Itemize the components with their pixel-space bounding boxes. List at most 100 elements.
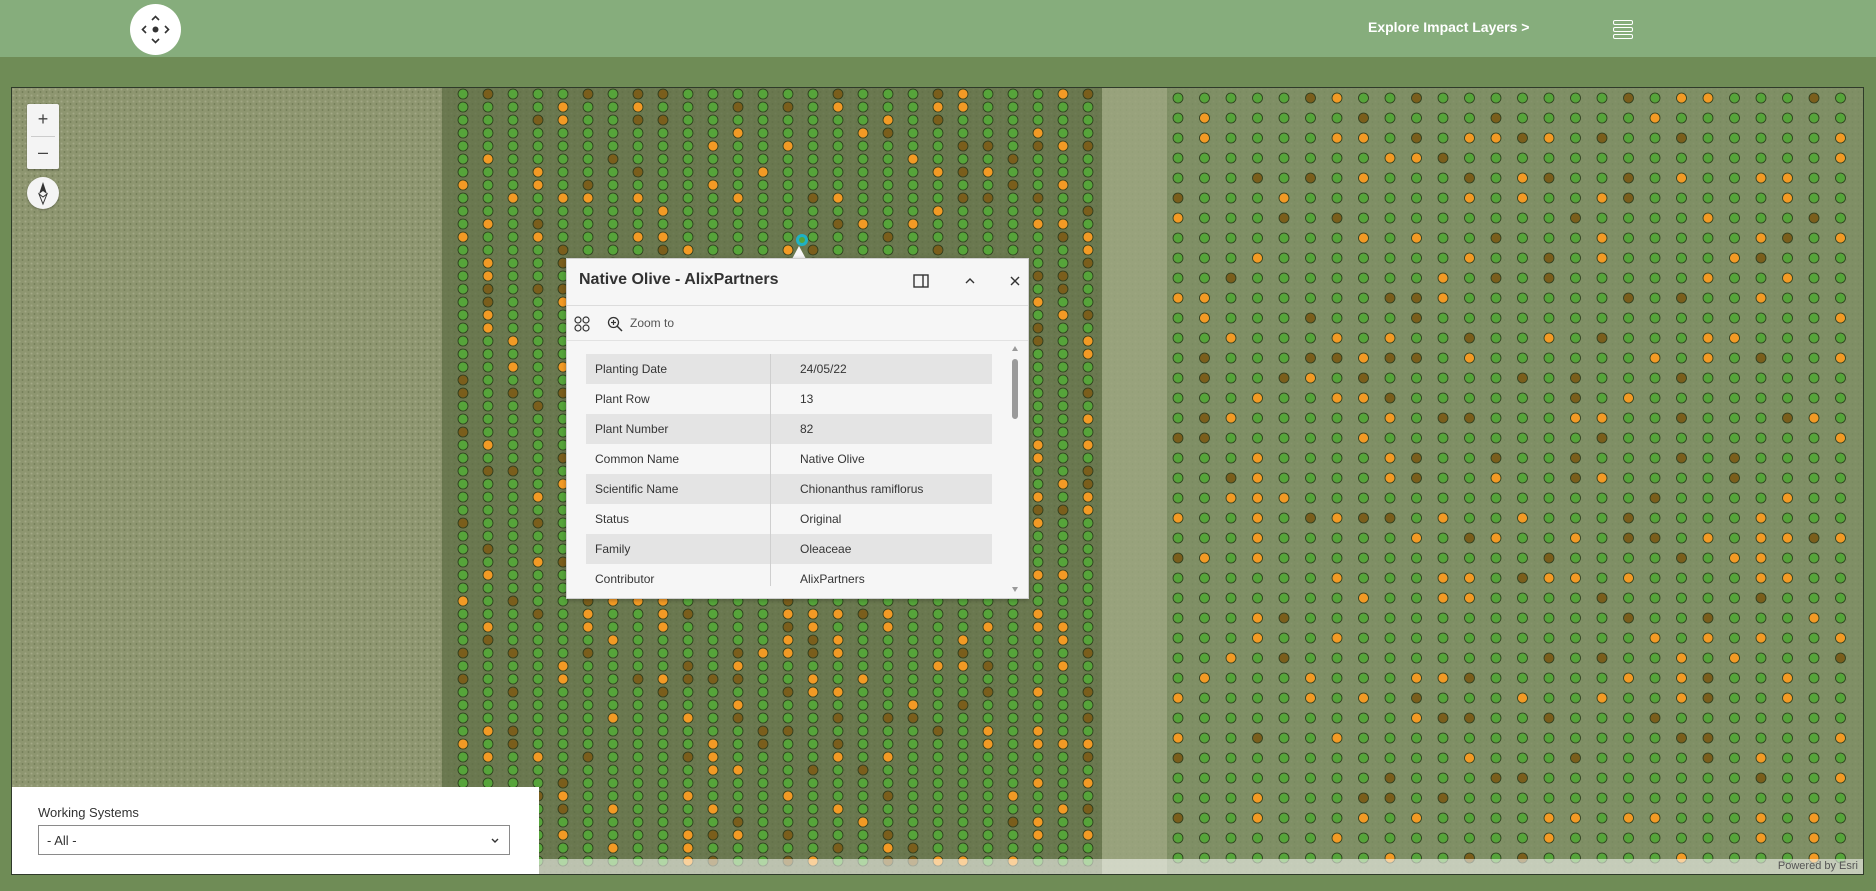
plant-marker[interactable] (1331, 132, 1343, 144)
plant-marker[interactable] (457, 140, 469, 152)
plant-marker[interactable] (1278, 392, 1290, 404)
plant-marker[interactable] (482, 712, 494, 724)
plant-marker[interactable] (1729, 132, 1740, 144)
plant-marker[interactable] (1782, 812, 1793, 824)
plant-marker[interactable] (1199, 232, 1210, 244)
plant-marker[interactable] (457, 647, 469, 659)
plant-marker[interactable] (1172, 292, 1184, 304)
plant-marker[interactable] (1358, 452, 1369, 464)
plant-marker[interactable] (1649, 752, 1661, 764)
plant-marker[interactable] (1623, 512, 1634, 524)
plant-marker[interactable] (957, 153, 969, 165)
plant-marker[interactable] (582, 205, 594, 217)
plant-marker[interactable] (682, 88, 694, 100)
plant-marker[interactable] (1676, 392, 1687, 404)
plant-marker[interactable] (457, 465, 469, 477)
plant-marker[interactable] (982, 608, 994, 620)
plant-marker[interactable] (1835, 392, 1846, 404)
plant-marker[interactable] (1082, 491, 1094, 503)
plant-marker[interactable] (1411, 332, 1422, 344)
plant-marker[interactable] (1729, 372, 1740, 384)
plant-marker[interactable] (757, 88, 769, 100)
plant-marker[interactable] (1082, 426, 1094, 438)
plant-marker[interactable] (507, 426, 519, 438)
plant-marker[interactable] (757, 738, 769, 750)
plant-marker[interactable] (1032, 478, 1044, 490)
plant-marker[interactable] (1649, 132, 1661, 144)
plant-marker[interactable] (907, 829, 919, 841)
plant-marker[interactable] (1570, 612, 1581, 624)
plant-marker[interactable] (1808, 192, 1820, 204)
plant-marker[interactable] (1358, 552, 1369, 564)
plant-marker[interactable] (882, 231, 894, 243)
plant-marker[interactable] (1057, 582, 1069, 594)
plant-marker[interactable] (532, 751, 544, 763)
plant-marker[interactable] (1082, 842, 1094, 854)
plant-marker[interactable] (857, 829, 869, 841)
plant-marker[interactable] (1782, 252, 1793, 264)
plant-marker[interactable] (507, 309, 519, 321)
plant-marker[interactable] (1676, 432, 1687, 444)
plant-marker[interactable] (1649, 712, 1661, 724)
plant-marker[interactable] (532, 179, 544, 191)
plant-marker[interactable] (1596, 152, 1608, 164)
plant-marker[interactable] (732, 114, 744, 126)
plant-marker[interactable] (557, 803, 569, 815)
plant-marker[interactable] (682, 751, 694, 763)
plant-marker[interactable] (982, 816, 994, 828)
plant-marker[interactable] (557, 725, 569, 737)
plant-marker[interactable] (482, 452, 494, 464)
plant-marker[interactable] (1032, 725, 1044, 737)
plant-marker[interactable] (1437, 592, 1449, 604)
plant-marker[interactable] (707, 816, 719, 828)
plant-marker[interactable] (1225, 812, 1237, 824)
plant-marker[interactable] (1437, 652, 1449, 664)
plant-marker[interactable] (1411, 772, 1422, 784)
plant-marker[interactable] (732, 140, 744, 152)
plant-marker[interactable] (657, 153, 669, 165)
plant-marker[interactable] (607, 88, 619, 100)
plant-marker[interactable] (1755, 172, 1767, 184)
plant-marker[interactable] (1252, 792, 1263, 804)
plant-marker[interactable] (1252, 672, 1263, 684)
plant-marker[interactable] (1543, 112, 1555, 124)
plant-marker[interactable] (957, 218, 969, 230)
plant-marker[interactable] (1358, 792, 1369, 804)
plant-marker[interactable] (1464, 792, 1475, 804)
plant-marker[interactable] (457, 452, 469, 464)
plant-marker[interactable] (1649, 272, 1661, 284)
plant-marker[interactable] (857, 699, 869, 711)
plant-marker[interactable] (632, 816, 644, 828)
plant-marker[interactable] (1464, 612, 1475, 624)
plant-marker[interactable] (882, 829, 894, 841)
plant-marker[interactable] (1082, 127, 1094, 139)
plant-marker[interactable] (1755, 192, 1767, 204)
plant-marker[interactable] (1490, 492, 1502, 504)
plant-marker[interactable] (957, 127, 969, 139)
plant-marker[interactable] (1729, 232, 1740, 244)
plant-marker[interactable] (1057, 465, 1069, 477)
plant-marker[interactable] (1543, 272, 1555, 284)
plant-marker[interactable] (782, 127, 794, 139)
plant-marker[interactable] (1490, 152, 1502, 164)
plant-marker[interactable] (507, 244, 519, 256)
plant-marker[interactable] (1278, 192, 1290, 204)
plant-marker[interactable] (607, 244, 619, 256)
plant-marker[interactable] (607, 790, 619, 802)
plant-marker[interactable] (732, 192, 744, 204)
scroll-down-icon[interactable] (1011, 585, 1019, 593)
plant-marker[interactable] (457, 88, 469, 100)
plant-marker[interactable] (532, 439, 544, 451)
plant-marker[interactable] (707, 842, 719, 854)
plant-marker[interactable] (1172, 732, 1184, 744)
plant-marker[interactable] (1358, 352, 1369, 364)
plant-marker[interactable] (882, 790, 894, 802)
plant-marker[interactable] (707, 140, 719, 152)
plant-marker[interactable] (832, 153, 844, 165)
plant-marker[interactable] (457, 361, 469, 373)
plant-marker[interactable] (482, 179, 494, 191)
plant-marker[interactable] (1411, 812, 1422, 824)
plant-marker[interactable] (807, 816, 819, 828)
plant-marker[interactable] (857, 192, 869, 204)
plant-marker[interactable] (607, 764, 619, 776)
